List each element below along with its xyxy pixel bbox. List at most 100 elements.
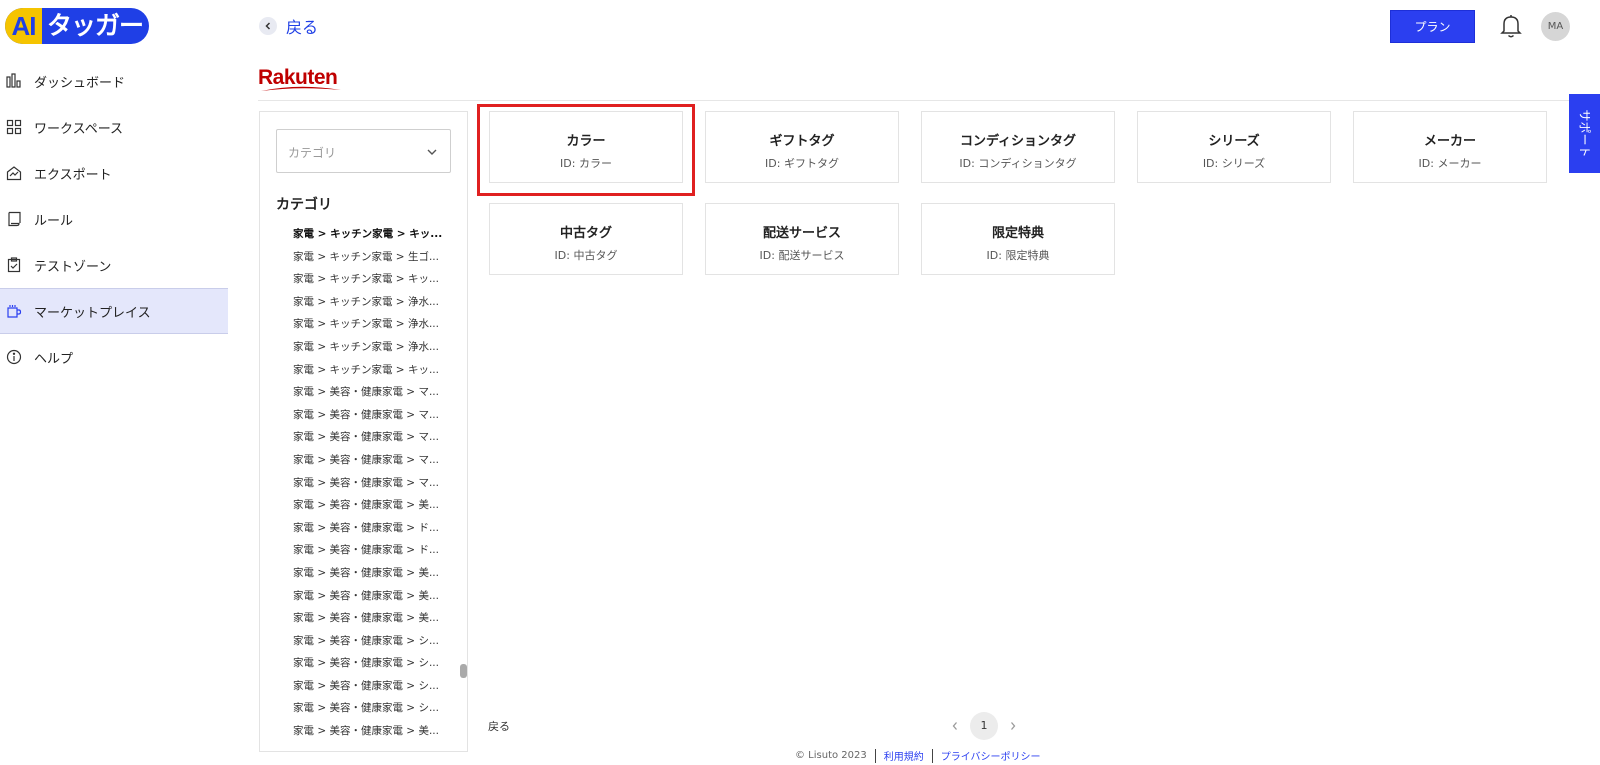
tag-card-series[interactable]: シリーズ ID: シリーズ (1137, 111, 1331, 183)
tag-card-used[interactable]: 中古タグ ID: 中古タグ (489, 203, 683, 275)
category-item[interactable]: 家電 > 美容・健康家電 > マ... (293, 404, 443, 427)
page-number-current[interactable]: 1 (970, 712, 998, 740)
plan-button[interactable]: プラン (1390, 10, 1475, 43)
tag-card-title: 配送サービス (762, 226, 841, 241)
sidebar-item-label: マーケットプレイス (34, 305, 151, 321)
category-item[interactable]: 家電 > 美容・健康家電 > 美... (293, 562, 443, 585)
export-icon (6, 165, 22, 181)
category-item[interactable]: 家電 > キッチン家電 > キッ... (293, 223, 443, 246)
sidebar-nav: ダッシュボード ワークスペース エクスポート ルール テストゾーン マーケットプ… (0, 58, 228, 380)
footer: © Lisuto 2023 利用規約 プライバシーポリシー (795, 748, 1041, 763)
tag-card-title: カラー (566, 134, 606, 149)
chevron-down-icon (427, 149, 437, 155)
tag-card-id: ID: 中古タグ (554, 249, 618, 262)
terms-link[interactable]: 利用規約 (884, 748, 924, 763)
category-item[interactable]: 家電 > 美容・健康家電 > ド... (293, 539, 443, 562)
sidebar-item-help[interactable]: ヘルプ (0, 334, 228, 380)
sidebar-item-label: ヘルプ (34, 351, 74, 367)
category-item[interactable]: 家電 > 美容・健康家電 > 美... (293, 720, 443, 743)
category-item[interactable]: 家電 > 美容・健康家電 > マ... (293, 381, 443, 404)
sidebar-item-export[interactable]: エクスポート (0, 150, 228, 196)
category-select[interactable]: カテゴリ (276, 129, 451, 173)
support-label: サポート (1577, 109, 1592, 158)
tag-card-color[interactable]: カラー ID: カラー (489, 111, 683, 183)
tag-card-title: メーカー (1423, 134, 1476, 149)
tag-card-title: 中古タグ (559, 226, 612, 241)
logo-ai-mark: AI (5, 8, 42, 44)
tag-card-id: ID: メーカー (1418, 157, 1482, 170)
tag-card-title: シリーズ (1208, 134, 1260, 149)
tag-card-id: ID: ギフトタグ (765, 157, 839, 170)
sidebar-item-label: ダッシュボード (34, 75, 126, 91)
brand-swoosh-icon (261, 86, 341, 91)
category-scrollbar-thumb[interactable] (460, 664, 467, 678)
category-item[interactable]: 家電 > 美容・健康家電 > ド... (293, 517, 443, 540)
category-item[interactable]: 家電 > 美容・健康家電 > シ... (293, 697, 443, 720)
bell-icon[interactable] (1499, 13, 1523, 39)
sidebar-item-rules[interactable]: ルール (0, 196, 228, 242)
category-list: 家電 > キッチン家電 > キッ... 家電 > キッチン家電 > 生ゴ... … (293, 223, 443, 743)
sidebar-item-marketplace[interactable]: マーケットプレイス (0, 288, 228, 334)
category-item[interactable]: 家電 > 美容・健康家電 > 美... (293, 494, 443, 517)
tag-card-title: コンディションタグ (959, 134, 1077, 149)
support-tab[interactable]: サポート (1569, 94, 1600, 173)
sidebar-item-label: テストゾーン (34, 259, 112, 275)
store-icon (6, 303, 22, 319)
pagination: 1 (946, 712, 1022, 740)
tag-card-id: ID: 配送サービス (759, 249, 845, 262)
category-item[interactable]: 家電 > キッチン家電 > 生ゴ... (293, 246, 443, 269)
category-item[interactable]: 家電 > 美容・健康家電 > マ... (293, 449, 443, 472)
back-link[interactable]: 戻る (259, 14, 318, 38)
clipboard-check-icon (6, 257, 22, 273)
tag-card-shipping[interactable]: 配送サービス ID: 配送サービス (705, 203, 899, 275)
tag-card-id: ID: コンディションタグ (959, 157, 1077, 170)
category-select-placeholder: カテゴリ (288, 146, 337, 160)
footer-copyright: © Lisuto 2023 (795, 750, 867, 761)
category-item[interactable]: 家電 > キッチン家電 > 浄水... (293, 336, 443, 359)
tag-card-condition[interactable]: コンディションタグ ID: コンディションタグ (921, 111, 1115, 183)
category-item[interactable]: 家電 > キッチン家電 > キッ... (293, 268, 443, 291)
avatar[interactable]: MA (1541, 12, 1570, 41)
chevron-left-icon[interactable] (946, 717, 964, 735)
grid-icon (6, 119, 22, 135)
bar-chart-icon (6, 73, 22, 89)
sidebar-item-dashboard[interactable]: ダッシュボード (0, 58, 228, 104)
category-item[interactable]: 家電 > 美容・健康家電 > シ... (293, 652, 443, 675)
tag-card-gift[interactable]: ギフトタグ ID: ギフトタグ (705, 111, 899, 183)
scroll-icon (6, 211, 22, 227)
category-item[interactable]: 家電 > キッチン家電 > 浄水... (293, 313, 443, 336)
sidebar-item-testzone[interactable]: テストゾーン (0, 242, 228, 288)
sidebar-item-label: ワークスペース (34, 121, 124, 137)
chevron-left-icon (259, 17, 277, 35)
sidebar-item-label: ルール (34, 213, 74, 229)
sidebar-item-workspace[interactable]: ワークスペース (0, 104, 228, 150)
category-item[interactable]: 家電 > 美容・健康家電 > 美... (293, 607, 443, 630)
tag-card-title: 限定特典 (991, 226, 1044, 241)
app-logo[interactable]: AI タッガー (5, 8, 149, 44)
category-list-title: カテゴリ (276, 197, 332, 213)
tag-card-maker[interactable]: メーカー ID: メーカー (1353, 111, 1547, 183)
category-item[interactable]: 家電 > 美容・健康家電 > マ... (293, 472, 443, 495)
footer-divider (931, 748, 933, 763)
category-item[interactable]: 家電 > 美容・健康家電 > 美... (293, 585, 443, 608)
category-item[interactable]: 家電 > キッチン家電 > キッ... (293, 359, 443, 382)
category-item[interactable]: 家電 > 美容・健康家電 > シ... (293, 630, 443, 653)
info-icon (6, 349, 22, 365)
header-divider (258, 100, 1600, 101)
chevron-right-icon[interactable] (1004, 717, 1022, 735)
footer-divider (874, 748, 876, 763)
category-item[interactable]: 家電 > 美容・健康家電 > シ... (293, 675, 443, 698)
logo-name: タッガー (47, 11, 144, 40)
tag-card-id: ID: カラー (560, 157, 612, 170)
back-button[interactable]: 戻る (488, 718, 510, 734)
tag-card-id: ID: 限定特典 (986, 249, 1050, 262)
tag-card-id: ID: シリーズ (1202, 157, 1266, 170)
privacy-link[interactable]: プライバシーポリシー (941, 748, 1041, 763)
category-item[interactable]: 家電 > キッチン家電 > 浄水... (293, 291, 443, 314)
tag-card-limited[interactable]: 限定特典 ID: 限定特典 (921, 203, 1115, 275)
back-label: 戻る (286, 18, 319, 37)
category-panel: カテゴリ カテゴリ 家電 > キッチン家電 > キッ... 家電 > キッチン家… (259, 111, 468, 752)
category-item[interactable]: 家電 > 美容・健康家電 > マ... (293, 426, 443, 449)
sidebar-item-label: エクスポート (34, 167, 112, 183)
tag-card-title: ギフトタグ (769, 134, 835, 149)
